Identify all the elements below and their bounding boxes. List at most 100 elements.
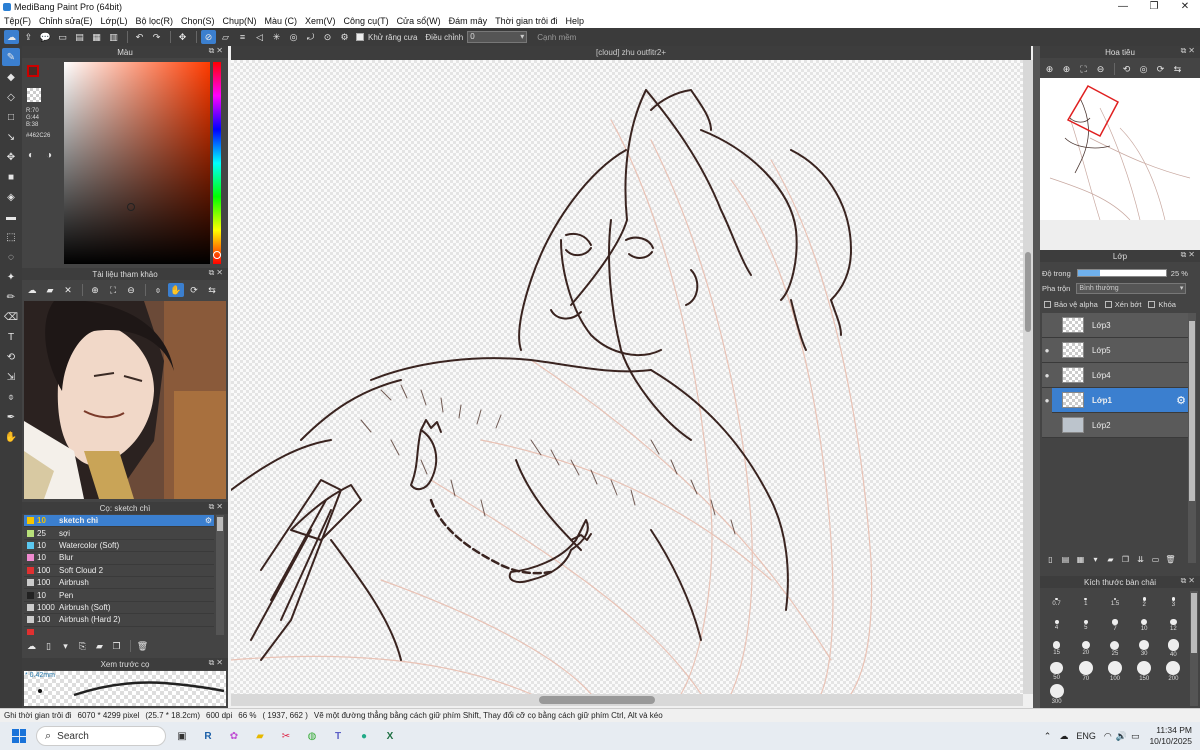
zoom-out-icon[interactable]: ⊖ <box>1093 62 1108 76</box>
add-brush-dropdown-icon[interactable]: ▾ <box>58 639 73 653</box>
navigator-preview[interactable] <box>1040 78 1200 268</box>
zoom-in-icon[interactable]: ⊕ <box>1042 62 1057 76</box>
share-icon[interactable]: ⇪ <box>21 30 36 44</box>
brush-size-preset[interactable]: 10 <box>1130 614 1159 637</box>
dot-eraser-icon[interactable]: ◇ <box>2 88 20 106</box>
panel-float-icon[interactable]: ⧉✕ <box>209 658 225 668</box>
file-explorer-icon[interactable]: ▰ <box>250 726 270 746</box>
panel-float-icon[interactable]: ⧉✕ <box>209 502 225 512</box>
menu-timelapse[interactable]: Thời gian trôi đi <box>495 16 557 26</box>
tray-chevron-icon[interactable]: ⌃ <box>1044 731 1052 742</box>
select-pen-icon[interactable]: ✏ <box>2 288 20 306</box>
brush-size-preset[interactable]: 1.5 <box>1100 591 1129 614</box>
menu-edit[interactable]: Chỉnh sửa(E) <box>39 16 93 26</box>
brush-row[interactable]: 10 Blur <box>24 552 214 565</box>
panel-float-icon[interactable]: ⧉✕ <box>1181 250 1197 260</box>
menu-layer[interactable]: Lớp(L) <box>101 16 128 26</box>
menu-tools[interactable]: Công cụ(T) <box>344 16 389 26</box>
close-button[interactable]: ✕ <box>1170 0 1200 14</box>
brush-row[interactable]: 25 sợi <box>24 527 214 540</box>
new-layer-dropdown-icon[interactable]: ▾ <box>1089 553 1102 565</box>
r-app-icon[interactable]: R <box>198 726 218 746</box>
merge-down-icon[interactable]: ⇊ <box>1134 553 1147 565</box>
brush-list-scrollbar[interactable] <box>216 515 224 635</box>
snipping-tool-icon[interactable]: ✂ <box>276 726 296 746</box>
brush-size-preset[interactable]: 100 <box>1100 660 1129 683</box>
cloud-sync-icon[interactable]: ☁ <box>1059 731 1068 742</box>
brush-size-preset[interactable]: 70 <box>1071 660 1100 683</box>
antialias-checkbox[interactable] <box>356 33 364 41</box>
panel-icon[interactable]: ▥ <box>106 30 121 44</box>
maximize-button[interactable]: ❐ <box>1139 0 1169 14</box>
copy-brush-icon[interactable]: ⎘ <box>75 639 90 653</box>
volume-icon[interactable]: 🔊 <box>1116 731 1127 742</box>
flip-icon[interactable]: ⇆ <box>1170 62 1185 76</box>
brush-size-preset[interactable]: 25 <box>1100 637 1129 660</box>
wechat-icon[interactable]: ◍ <box>302 726 322 746</box>
folder-layer-icon[interactable]: ▰ <box>1104 553 1117 565</box>
minimize-button[interactable]: — <box>1108 0 1138 14</box>
teams-icon[interactable]: T <box>328 726 348 746</box>
taskbar-search[interactable]: ⌕ Search <box>36 726 166 746</box>
lock-checkbox[interactable] <box>1148 300 1156 308</box>
brush-size-preset[interactable]: 20 <box>1071 637 1100 660</box>
saturation-value-field[interactable] <box>64 62 210 264</box>
comment-list-icon[interactable]: ▭ <box>55 30 70 44</box>
layer-row[interactable]: ● Lớp4 <box>1042 363 1188 388</box>
fill-rect-icon[interactable]: ■ <box>2 168 20 186</box>
close-reference-icon[interactable]: ✕ <box>60 283 76 297</box>
transform-icon[interactable]: ✥ <box>175 30 190 44</box>
hue-slider-handle[interactable] <box>213 251 221 259</box>
parallel-snap-icon[interactable]: ▱ <box>218 30 233 44</box>
brush-row[interactable] <box>24 627 214 635</box>
layer-row[interactable]: Lớp3 <box>1042 313 1188 338</box>
layer-settings-gear-icon[interactable]: ⚙ <box>1176 394 1186 407</box>
medibang-taskbar-icon[interactable]: ● <box>354 726 374 746</box>
select-eraser-icon[interactable]: ⌫ <box>2 308 20 326</box>
brush-size-preset[interactable]: 30 <box>1130 637 1159 660</box>
magic-wand-icon[interactable]: ✦ <box>2 268 20 286</box>
brush-size-preset[interactable]: 50 <box>1042 660 1071 683</box>
brush-size-preset[interactable]: 0.7 <box>1042 591 1071 614</box>
brush-row[interactable]: 10 Pen <box>24 589 214 602</box>
clip-checkbox[interactable] <box>1104 300 1112 308</box>
eraser-tool-icon[interactable]: ◆ <box>2 68 20 86</box>
panel-float-icon[interactable]: ⧉✕ <box>1181 46 1197 56</box>
menu-help[interactable]: Help <box>566 16 585 26</box>
menu-file[interactable]: Tệp(F) <box>4 16 31 26</box>
excel-icon[interactable]: X <box>380 726 400 746</box>
brush-size-preset[interactable]: 300 <box>1042 683 1071 706</box>
folder-icon[interactable]: ▰ <box>42 283 58 297</box>
layer-row-selected[interactable]: Lớp1 ⚙ <box>1052 388 1188 413</box>
text-tool-icon[interactable]: T <box>2 328 20 346</box>
new-halftone-layer-icon[interactable]: ▤ <box>1059 553 1072 565</box>
duplicate-brush-icon[interactable]: ❐ <box>109 639 124 653</box>
brush-size-preset[interactable]: 5 <box>1071 614 1100 637</box>
foreground-color-swatch[interactable] <box>27 65 39 77</box>
eyedropper-icon[interactable]: ⌽ <box>150 283 166 297</box>
curve-snap-icon[interactable]: ⤾ <box>303 30 318 44</box>
battery-icon[interactable]: ▭ <box>1131 731 1140 742</box>
concentric-snap-icon[interactable]: ◎ <box>286 30 301 44</box>
gradient-tool-icon[interactable]: ▬ <box>2 208 20 226</box>
radial-snap-icon[interactable]: ✳ <box>269 30 284 44</box>
pen-tool-icon[interactable]: ✒ <box>2 408 20 426</box>
zoom-in-alt-icon[interactable]: ⊕ <box>1059 62 1074 76</box>
cloud-brush-icon[interactable]: ☁ <box>24 639 39 653</box>
drawing-canvas[interactable] <box>231 60 1023 694</box>
color-wheel-icon[interactable]: ◐ <box>28 150 34 161</box>
brush-settings-gear-icon[interactable]: ⚙ <box>205 516 212 525</box>
brush-size-preset[interactable]: 3 <box>1159 591 1188 614</box>
transparent-color-swatch[interactable] <box>27 88 41 102</box>
adjust-dropdown[interactable]: 0 <box>467 31 528 43</box>
divide-tool-icon[interactable]: ⟲ <box>2 348 20 366</box>
duplicate-layer-icon[interactable]: ❐ <box>1119 553 1132 565</box>
brush-size-preset[interactable]: 200 <box>1159 660 1188 683</box>
zoom-out-icon[interactable]: ⊖ <box>123 283 139 297</box>
lasso-tool-icon[interactable]: ◌ <box>2 248 20 266</box>
navigator-thumbnail[interactable] <box>1040 78 1200 220</box>
layer-row[interactable]: Lớp2 <box>1042 413 1188 438</box>
new-8bit-layer-icon[interactable]: ▦ <box>1074 553 1087 565</box>
hue-slider[interactable] <box>213 62 221 264</box>
folder-brush-icon[interactable]: ▰ <box>92 639 107 653</box>
